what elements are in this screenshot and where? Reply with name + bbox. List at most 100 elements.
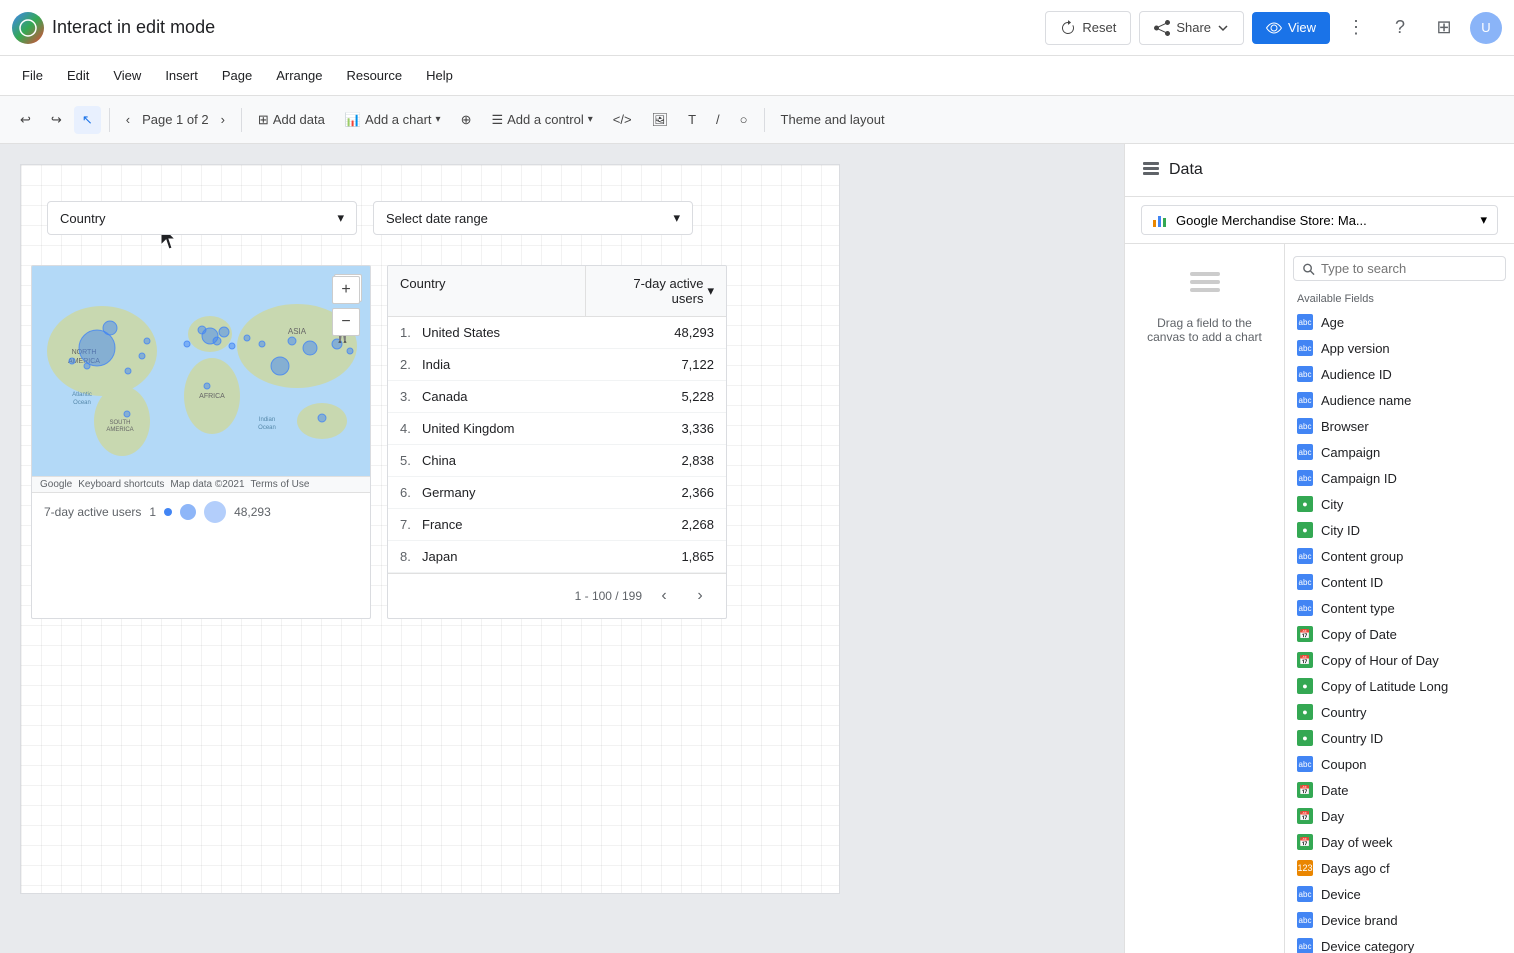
field-item[interactable]: abc Campaign ID	[1285, 465, 1514, 491]
field-name: Country ID	[1321, 731, 1383, 746]
keyboard-shortcuts-link[interactable]: Keyboard shortcuts	[78, 479, 164, 490]
add-control-dropdown-icon: ▾	[588, 114, 593, 125]
field-name: Browser	[1321, 419, 1369, 434]
date-range-dropdown-icon: ▾	[673, 210, 680, 226]
share-button[interactable]: Share	[1139, 11, 1244, 45]
field-item[interactable]: ● City ID	[1285, 517, 1514, 543]
legend-dot-small	[164, 508, 172, 516]
toolbar: ↩ ↪ ↖ ‹ Page 1 of 2 › ⊞ Add data 📊 Add a…	[0, 96, 1514, 144]
field-item[interactable]: abc Coupon	[1285, 751, 1514, 777]
zoom-out-button[interactable]: −	[332, 308, 360, 336]
menu-page[interactable]: Page	[212, 62, 262, 89]
menu-edit[interactable]: Edit	[57, 62, 99, 89]
reset-button[interactable]: Reset	[1045, 11, 1131, 45]
redo-icon: ↪	[51, 112, 62, 128]
theme-layout-label: Theme and layout	[781, 112, 885, 127]
fields-search-input[interactable]	[1321, 261, 1497, 276]
redo-button[interactable]: ↪	[43, 106, 70, 134]
field-item[interactable]: abc Audience ID	[1285, 361, 1514, 387]
field-item[interactable]: abc Content ID	[1285, 569, 1514, 595]
row-value: 5,228	[646, 381, 726, 412]
field-item[interactable]: ● Country	[1285, 699, 1514, 725]
datasource-button[interactable]: Google Merchandise Store: Ma... ▾	[1141, 205, 1498, 235]
undo-button[interactable]: ↩	[12, 106, 39, 134]
map-body: NORTH AMERICA SOUTH AMERICA AFRICA ASIA …	[32, 266, 370, 476]
menu-insert[interactable]: Insert	[155, 62, 208, 89]
line-button[interactable]: /	[708, 106, 728, 133]
panel-content: Drag a field to the canvas to add a char…	[1125, 244, 1514, 953]
field-name: Copy of Latitude Long	[1321, 679, 1448, 694]
field-item[interactable]: abc Browser	[1285, 413, 1514, 439]
date-range-filter[interactable]: Select date range ▾	[373, 201, 693, 235]
field-type-icon: abc	[1297, 886, 1313, 902]
code-button[interactable]: </>	[605, 106, 640, 133]
sort-icon[interactable]: ▾	[707, 283, 714, 299]
help-button[interactable]: ?	[1382, 10, 1418, 46]
add-chart-label: Add a chart	[365, 112, 432, 127]
field-type-icon: abc	[1297, 938, 1313, 953]
field-name: Date	[1321, 783, 1348, 798]
country-filter[interactable]: Country ▾	[47, 201, 357, 235]
prev-page-table-button[interactable]: ‹	[650, 582, 678, 610]
field-item[interactable]: abc Campaign	[1285, 439, 1514, 465]
terms-link[interactable]: Terms of Use	[251, 479, 310, 490]
field-item[interactable]: ● City	[1285, 491, 1514, 517]
country-filter-label: Country	[60, 211, 106, 226]
theme-layout-button[interactable]: Theme and layout	[773, 106, 893, 133]
image-icon: 🖼	[652, 112, 669, 128]
field-type-icon: ●	[1297, 522, 1313, 538]
add-data-button[interactable]: ⊞ Add data	[250, 106, 333, 134]
add-chart-icon: 📊	[345, 112, 361, 128]
menu-arrange[interactable]: Arrange	[266, 62, 332, 89]
canvas-paper: Country ▾ Select date range ▾	[20, 164, 840, 894]
svg-text:AFRICA: AFRICA	[199, 393, 225, 400]
field-item[interactable]: ● Copy of Latitude Long	[1285, 673, 1514, 699]
field-name: Copy of Hour of Day	[1321, 653, 1439, 668]
field-item[interactable]: abc Age	[1285, 309, 1514, 335]
field-item[interactable]: 📅 Day of week	[1285, 829, 1514, 855]
field-item[interactable]: 123 Days ago cf	[1285, 855, 1514, 881]
apps-button[interactable]: ⊞	[1426, 10, 1462, 46]
select-tool-button[interactable]: ↖	[74, 106, 101, 134]
field-item[interactable]: abc Device brand	[1285, 907, 1514, 933]
zoom-in-button[interactable]: +	[332, 276, 360, 304]
table-row: 6. Germany 2,366	[388, 477, 726, 509]
avatar[interactable]: U	[1470, 12, 1502, 44]
shape-button[interactable]: ○	[732, 106, 756, 133]
text-button[interactable]: T	[680, 106, 704, 133]
more-options-button[interactable]: ⋮	[1338, 10, 1374, 46]
reset-icon	[1060, 20, 1076, 36]
add-control-button[interactable]: ☰ Add a control ▾	[483, 106, 600, 134]
menu-help[interactable]: Help	[416, 62, 463, 89]
panel-title: Data	[1169, 161, 1203, 179]
table-row: 3. Canada 5,228	[388, 381, 726, 413]
field-item[interactable]: abc Content group	[1285, 543, 1514, 569]
view-button[interactable]: View	[1252, 12, 1330, 44]
next-page-table-button[interactable]: ›	[686, 582, 714, 610]
next-page-button[interactable]: ›	[213, 106, 233, 133]
field-item[interactable]: abc Device category	[1285, 933, 1514, 953]
table-header: Country 7-day active users ▾	[388, 266, 726, 317]
field-item[interactable]: abc Content type	[1285, 595, 1514, 621]
image-button[interactable]: 🖼	[644, 106, 677, 134]
field-item[interactable]: abc Device	[1285, 881, 1514, 907]
add-data-icon: ⊞	[258, 112, 269, 128]
field-item[interactable]: 📅 Copy of Date	[1285, 621, 1514, 647]
field-item[interactable]: abc Audience name	[1285, 387, 1514, 413]
menu-file[interactable]: File	[12, 62, 53, 89]
date-range-label: Select date range	[386, 211, 488, 226]
field-item[interactable]: 📅 Date	[1285, 777, 1514, 803]
field-item[interactable]: 📅 Day	[1285, 803, 1514, 829]
map-footer: 7-day active users 1 48,293	[32, 492, 370, 531]
prev-page-button[interactable]: ‹	[118, 106, 138, 133]
canvas-area[interactable]: Country ▾ Select date range ▾	[0, 144, 1124, 953]
field-item[interactable]: ● Country ID	[1285, 725, 1514, 751]
menu-view[interactable]: View	[103, 62, 151, 89]
field-item[interactable]: 📅 Copy of Hour of Day	[1285, 647, 1514, 673]
add-chart-button[interactable]: 📊 Add a chart ▾	[337, 106, 449, 134]
fields-search-box[interactable]	[1293, 256, 1506, 281]
field-item[interactable]: abc App version	[1285, 335, 1514, 361]
add-chart-group-button[interactable]: ⊕	[453, 106, 480, 134]
row-value: 1,865	[646, 541, 726, 572]
menu-resource[interactable]: Resource	[336, 62, 412, 89]
